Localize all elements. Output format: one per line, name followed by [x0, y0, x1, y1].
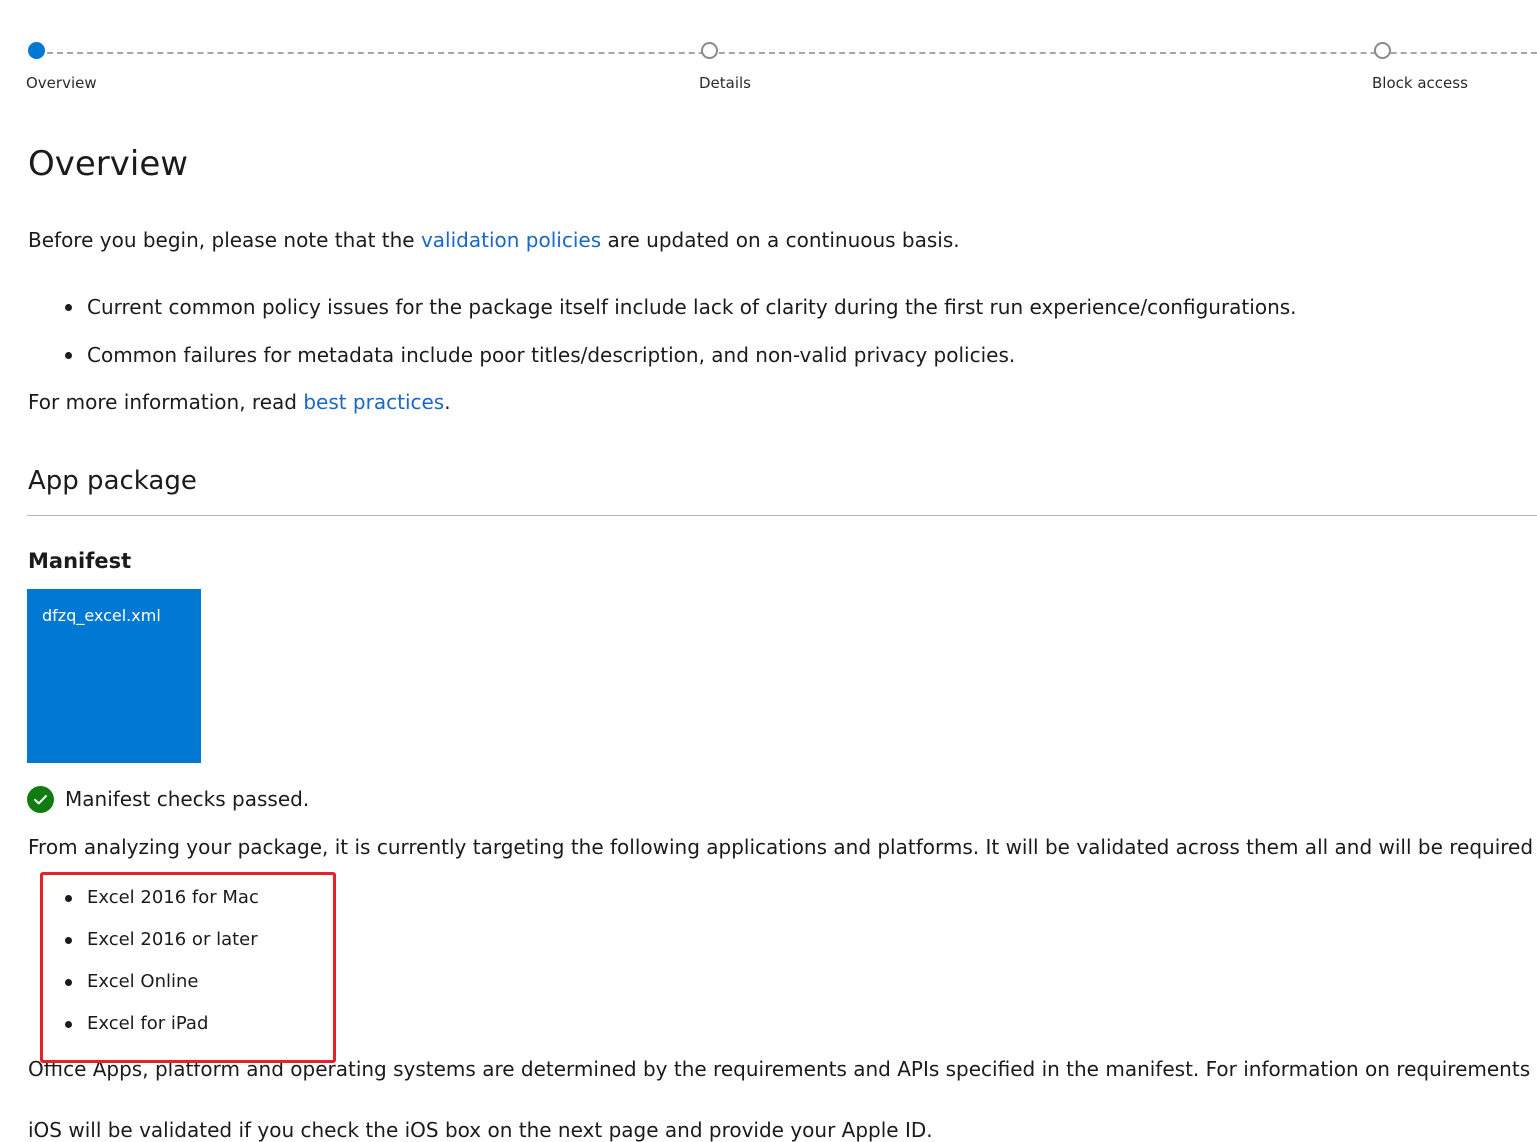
step-overview-indicator: [28, 42, 45, 59]
list-item: Common failures for metadata include poo…: [28, 342, 1297, 390]
annotation-highlight-box: [40, 872, 336, 1063]
intro-text-before: Before you begin, please note that the: [28, 228, 421, 252]
step-details-indicator: [701, 42, 718, 59]
app-package-heading: App package: [28, 466, 197, 496]
targeting-paragraph: From analyzing your package, it is curre…: [28, 835, 1537, 859]
manifest-check-text: Manifest checks passed.: [65, 787, 310, 811]
step-block-access-indicator: [1374, 42, 1391, 59]
manifest-heading: Manifest: [28, 549, 132, 573]
ios-paragraph: iOS will be validated if you check the i…: [28, 1118, 933, 1142]
manifest-file-name: dfzq_excel.xml: [42, 606, 161, 625]
page-title: Overview: [28, 144, 189, 184]
step-block-access-label: Block access: [1372, 74, 1468, 92]
wizard-stepper: Overview Details Block access: [0, 0, 1537, 100]
step-overview-label: Overview: [26, 74, 97, 92]
intro-paragraph: Before you begin, please note that the v…: [28, 228, 960, 252]
intro-text-after: are updated on a continuous basis.: [601, 228, 960, 252]
step-details-label: Details: [699, 74, 752, 92]
stepper-track: [37, 52, 1537, 54]
best-practices-link[interactable]: best practices: [303, 390, 444, 414]
more-info-text-before: For more information, read: [28, 390, 304, 414]
more-info-text-after: .: [444, 390, 451, 414]
list-item: Current common policy issues for the pac…: [28, 294, 1297, 342]
more-info-paragraph: For more information, read best practice…: [28, 390, 451, 414]
manifest-file-tile[interactable]: dfzq_excel.xml: [27, 589, 201, 763]
check-circle-icon: [27, 786, 54, 813]
policy-issues-list: Current common policy issues for the pac…: [28, 294, 1297, 390]
validation-policies-link[interactable]: validation policies: [421, 228, 601, 252]
section-divider: [27, 515, 1537, 516]
